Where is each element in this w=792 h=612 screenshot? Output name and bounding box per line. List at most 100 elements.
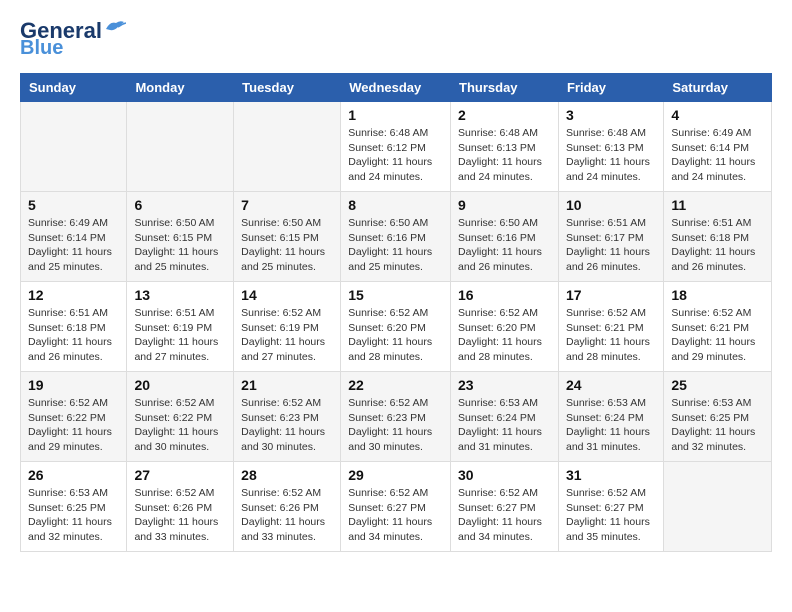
- day-info: Sunrise: 6:53 AM Sunset: 6:24 PM Dayligh…: [566, 396, 656, 455]
- calendar-cell: 26 Sunrise: 6:53 AM Sunset: 6:25 PM Dayli…: [21, 462, 127, 552]
- calendar-cell: [21, 102, 127, 192]
- calendar-cell: 18Sunrise: 6:52 AM Sunset: 6:21 PM Dayli…: [664, 282, 772, 372]
- day-info: Sunrise: 6:52 AM Sunset: 6:23 PM Dayligh…: [241, 396, 333, 455]
- day-info: Sunrise: 6:48 AM Sunset: 6:13 PM Dayligh…: [566, 126, 656, 185]
- day-number: 22: [348, 377, 443, 393]
- calendar-cell: 8Sunrise: 6:50 AM Sunset: 6:16 PM Daylig…: [341, 192, 451, 282]
- calendar-cell: [234, 102, 341, 192]
- day-info: Sunrise: 6:52 AM Sunset: 6:21 PM Dayligh…: [671, 306, 764, 365]
- day-number: 16: [458, 287, 551, 303]
- calendar-cell: [127, 102, 234, 192]
- day-number: 2: [458, 107, 551, 123]
- day-number: 13: [134, 287, 226, 303]
- day-number: 26: [28, 467, 119, 483]
- calendar-cell: 5 Sunrise: 6:49 AM Sunset: 6:14 PM Daylig…: [21, 192, 127, 282]
- day-info: Sunrise: 6:50 AM Sunset: 6:16 PM Dayligh…: [458, 216, 551, 275]
- calendar-cell: 12 Sunrise: 6:51 AM Sunset: 6:18 PM Dayli…: [21, 282, 127, 372]
- calendar-cell: 6 Sunrise: 6:50 AM Sunset: 6:15 PM Daylig…: [127, 192, 234, 282]
- day-number: 20: [134, 377, 226, 393]
- calendar-week-row: 26 Sunrise: 6:53 AM Sunset: 6:25 PM Dayli…: [21, 462, 772, 552]
- logo-blue: Blue: [20, 38, 63, 58]
- day-info: Sunrise: 6:48 AM Sunset: 6:12 PM Dayligh…: [348, 126, 443, 185]
- day-number: 4: [671, 107, 764, 123]
- day-info: Sunrise: 6:53 AM Sunset: 6:25 PM Dayligh…: [28, 486, 119, 545]
- logo-bird-icon: [104, 19, 126, 35]
- calendar-week-row: 19 Sunrise: 6:52 AM Sunset: 6:22 PM Dayli…: [21, 372, 772, 462]
- calendar-cell: 21 Sunrise: 6:52 AM Sunset: 6:23 PM Dayli…: [234, 372, 341, 462]
- day-number: 23: [458, 377, 551, 393]
- day-info: Sunrise: 6:52 AM Sunset: 6:20 PM Dayligh…: [458, 306, 551, 365]
- day-number: 27: [134, 467, 226, 483]
- day-info: Sunrise: 6:48 AM Sunset: 6:13 PM Dayligh…: [458, 126, 551, 185]
- calendar-cell: 30Sunrise: 6:52 AM Sunset: 6:27 PM Dayli…: [451, 462, 559, 552]
- weekday-header-saturday: Saturday: [664, 74, 772, 102]
- calendar-cell: 10Sunrise: 6:51 AM Sunset: 6:17 PM Dayli…: [558, 192, 663, 282]
- day-info: Sunrise: 6:50 AM Sunset: 6:15 PM Dayligh…: [241, 216, 333, 275]
- day-number: 24: [566, 377, 656, 393]
- day-info: Sunrise: 6:49 AM Sunset: 6:14 PM Dayligh…: [28, 216, 119, 275]
- day-number: 14: [241, 287, 333, 303]
- calendar-cell: 16 Sunrise: 6:52 AM Sunset: 6:20 PM Dayli…: [451, 282, 559, 372]
- logo: General Blue: [20, 20, 126, 58]
- calendar-week-row: 12 Sunrise: 6:51 AM Sunset: 6:18 PM Dayli…: [21, 282, 772, 372]
- day-number: 19: [28, 377, 119, 393]
- calendar-cell: 2 Sunrise: 6:48 AM Sunset: 6:13 PM Daylig…: [451, 102, 559, 192]
- day-info: Sunrise: 6:52 AM Sunset: 6:27 PM Dayligh…: [566, 486, 656, 545]
- day-number: 25: [671, 377, 764, 393]
- day-number: 5: [28, 197, 119, 213]
- day-number: 28: [241, 467, 333, 483]
- day-info: Sunrise: 6:53 AM Sunset: 6:24 PM Dayligh…: [458, 396, 551, 455]
- calendar-cell: 24 Sunrise: 6:53 AM Sunset: 6:24 PM Dayli…: [558, 372, 663, 462]
- weekday-header-friday: Friday: [558, 74, 663, 102]
- calendar-cell: 7 Sunrise: 6:50 AM Sunset: 6:15 PM Daylig…: [234, 192, 341, 282]
- day-number: 10: [566, 197, 656, 213]
- calendar-cell: [664, 462, 772, 552]
- day-info: Sunrise: 6:52 AM Sunset: 6:27 PM Dayligh…: [348, 486, 443, 545]
- day-info: Sunrise: 6:52 AM Sunset: 6:26 PM Dayligh…: [241, 486, 333, 545]
- calendar-cell: 3Sunrise: 6:48 AM Sunset: 6:13 PM Daylig…: [558, 102, 663, 192]
- day-number: 21: [241, 377, 333, 393]
- day-info: Sunrise: 6:52 AM Sunset: 6:22 PM Dayligh…: [134, 396, 226, 455]
- day-info: Sunrise: 6:50 AM Sunset: 6:15 PM Dayligh…: [134, 216, 226, 275]
- day-info: Sunrise: 6:52 AM Sunset: 6:21 PM Dayligh…: [566, 306, 656, 365]
- day-number: 31: [566, 467, 656, 483]
- day-info: Sunrise: 6:53 AM Sunset: 6:25 PM Dayligh…: [671, 396, 764, 455]
- day-info: Sunrise: 6:51 AM Sunset: 6:18 PM Dayligh…: [671, 216, 764, 275]
- calendar-table: SundayMondayTuesdayWednesdayThursdayFrid…: [20, 73, 772, 552]
- day-number: 15: [348, 287, 443, 303]
- day-info: Sunrise: 6:49 AM Sunset: 6:14 PM Dayligh…: [671, 126, 764, 185]
- day-number: 6: [134, 197, 226, 213]
- day-info: Sunrise: 6:52 AM Sunset: 6:27 PM Dayligh…: [458, 486, 551, 545]
- calendar-cell: 13 Sunrise: 6:51 AM Sunset: 6:19 PM Dayli…: [127, 282, 234, 372]
- day-info: Sunrise: 6:51 AM Sunset: 6:19 PM Dayligh…: [134, 306, 226, 365]
- calendar-cell: 23 Sunrise: 6:53 AM Sunset: 6:24 PM Dayli…: [451, 372, 559, 462]
- day-number: 29: [348, 467, 443, 483]
- calendar-cell: 1Sunrise: 6:48 AM Sunset: 6:12 PM Daylig…: [341, 102, 451, 192]
- day-info: Sunrise: 6:52 AM Sunset: 6:22 PM Dayligh…: [28, 396, 119, 455]
- calendar-cell: 14Sunrise: 6:52 AM Sunset: 6:19 PM Dayli…: [234, 282, 341, 372]
- weekday-header-wednesday: Wednesday: [341, 74, 451, 102]
- calendar-cell: 19 Sunrise: 6:52 AM Sunset: 6:22 PM Dayli…: [21, 372, 127, 462]
- day-info: Sunrise: 6:50 AM Sunset: 6:16 PM Dayligh…: [348, 216, 443, 275]
- weekday-header-sunday: Sunday: [21, 74, 127, 102]
- day-info: Sunrise: 6:52 AM Sunset: 6:20 PM Dayligh…: [348, 306, 443, 365]
- day-number: 12: [28, 287, 119, 303]
- calendar-cell: 11 Sunrise: 6:51 AM Sunset: 6:18 PM Dayli…: [664, 192, 772, 282]
- day-number: 9: [458, 197, 551, 213]
- weekday-header-monday: Monday: [127, 74, 234, 102]
- weekday-header-tuesday: Tuesday: [234, 74, 341, 102]
- calendar-cell: 4 Sunrise: 6:49 AM Sunset: 6:14 PM Daylig…: [664, 102, 772, 192]
- day-number: 7: [241, 197, 333, 213]
- day-number: 17: [566, 287, 656, 303]
- calendar-week-row: 1Sunrise: 6:48 AM Sunset: 6:12 PM Daylig…: [21, 102, 772, 192]
- calendar-cell: 25 Sunrise: 6:53 AM Sunset: 6:25 PM Dayli…: [664, 372, 772, 462]
- day-info: Sunrise: 6:52 AM Sunset: 6:23 PM Dayligh…: [348, 396, 443, 455]
- day-info: Sunrise: 6:51 AM Sunset: 6:18 PM Dayligh…: [28, 306, 119, 365]
- day-number: 11: [671, 197, 764, 213]
- calendar-cell: 17 Sunrise: 6:52 AM Sunset: 6:21 PM Dayli…: [558, 282, 663, 372]
- calendar-week-row: 5 Sunrise: 6:49 AM Sunset: 6:14 PM Daylig…: [21, 192, 772, 282]
- weekday-header-thursday: Thursday: [451, 74, 559, 102]
- calendar-cell: 27Sunrise: 6:52 AM Sunset: 6:26 PM Dayli…: [127, 462, 234, 552]
- calendar-cell: 29 Sunrise: 6:52 AM Sunset: 6:27 PM Dayli…: [341, 462, 451, 552]
- calendar-cell: 15 Sunrise: 6:52 AM Sunset: 6:20 PM Dayli…: [341, 282, 451, 372]
